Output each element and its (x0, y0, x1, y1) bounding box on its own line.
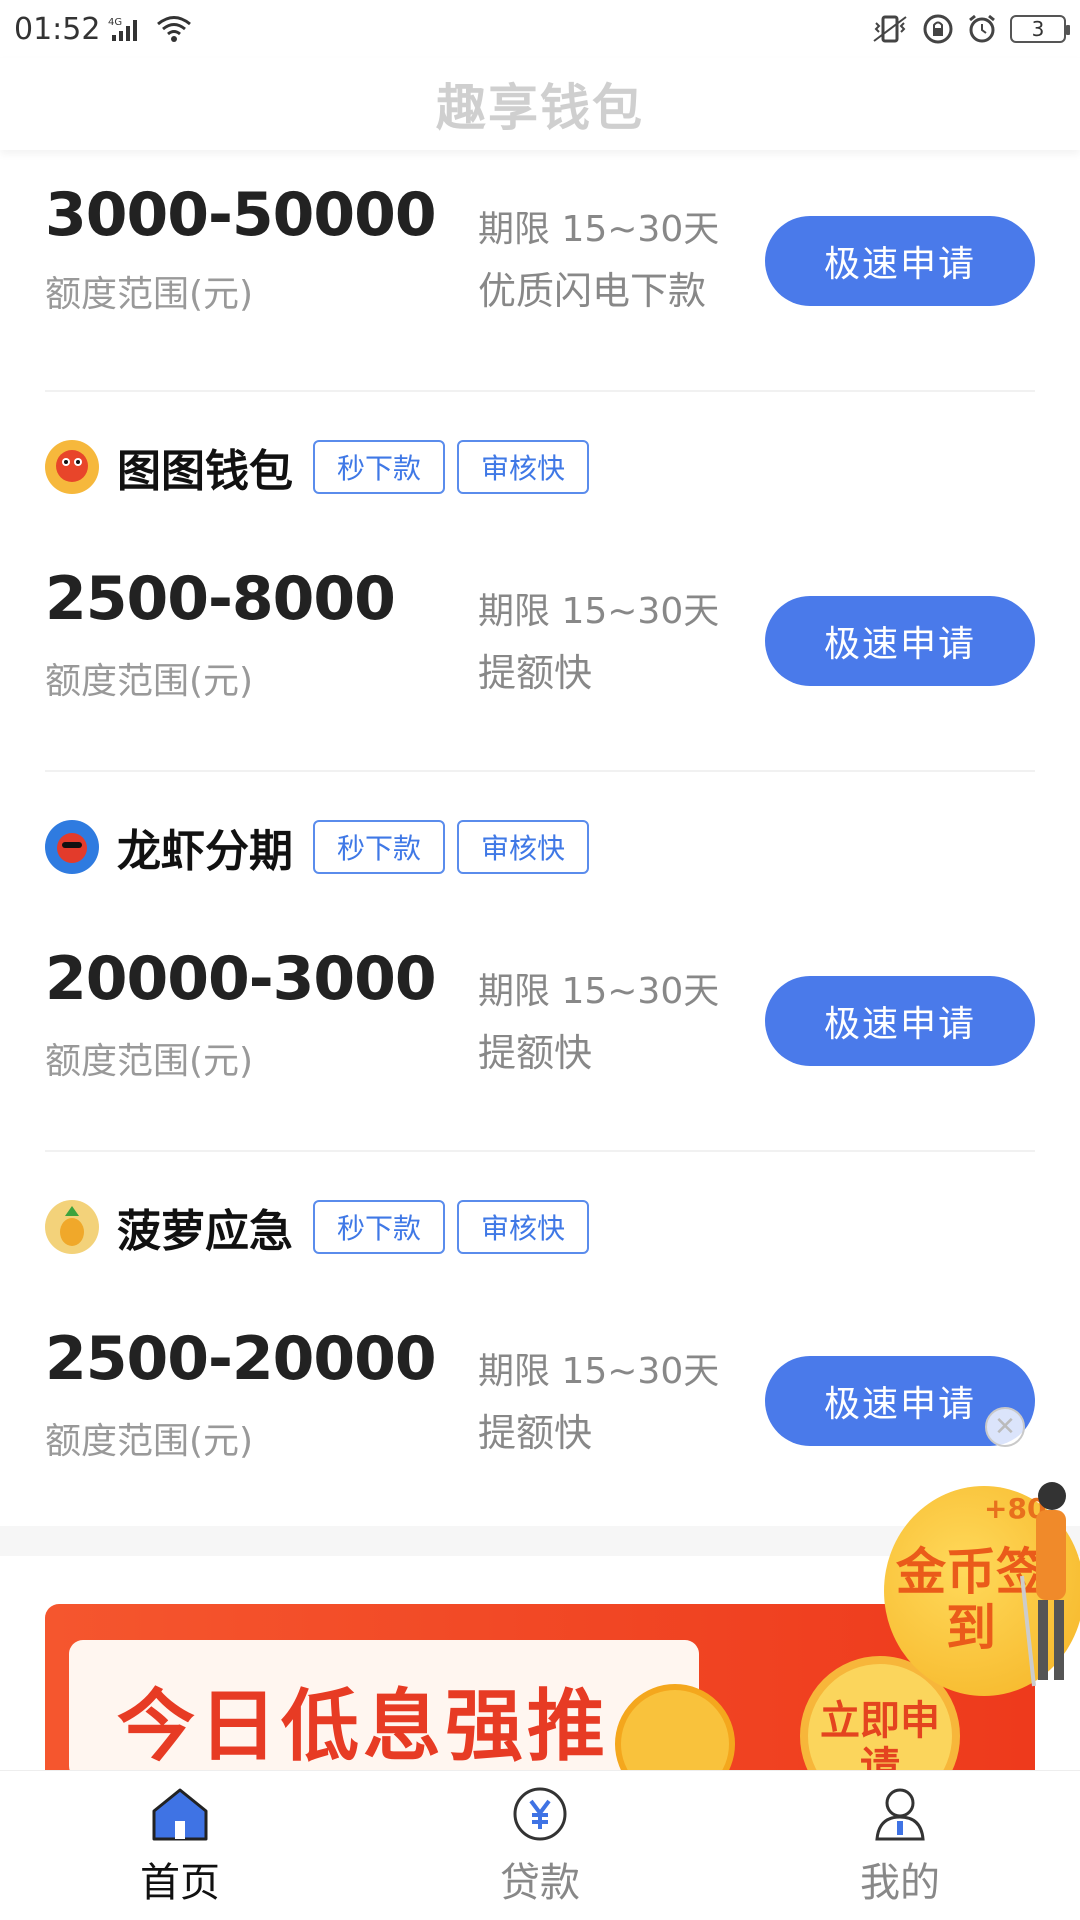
apply-button[interactable]: 极速申请 (765, 216, 1035, 306)
loan-term: 期限 15~30天 (478, 591, 720, 632)
loan-feature: 优质闪电下款 (478, 269, 707, 313)
loan-amount: 20000-3000 (45, 944, 437, 1014)
loan-amount-label: 额度范围(元) (45, 274, 254, 315)
battery-level: 3 (1031, 17, 1045, 41)
pineapple-logo-icon (45, 1200, 99, 1254)
bottom-nav: 首页 贷款 我的 (0, 1770, 1080, 1920)
loan-name: 菠萝应急 (117, 1206, 293, 1257)
status-bar-right: 3 (870, 13, 1070, 45)
loan-amount-label: 额度范围(元) (45, 661, 254, 702)
loan-term: 期限 15~30天 (478, 209, 720, 250)
status-bar: 01:52 4G 3 (0, 0, 1080, 58)
tag-fast-loan: 秒下款 (313, 820, 446, 874)
loan-card: 3000-50000 额度范围(元) 期限 15~30天 优质闪电下款 极速申请 (45, 150, 1035, 392)
nav-item-loan[interactable]: 贷款 (360, 1771, 720, 1920)
tag-fast-review: 审核快 (457, 820, 590, 874)
svg-text:4G: 4G (108, 17, 122, 28)
loan-term: 期限 15~30天 (478, 971, 720, 1012)
apply-button[interactable]: 极速申请 (765, 596, 1035, 686)
lobster-logo-icon (45, 820, 99, 874)
nav-item-home[interactable]: 首页 (0, 1771, 360, 1920)
tag-fast-review: 审核快 (457, 1200, 590, 1254)
person-icon (1020, 1482, 1066, 1687)
battery-icon: 3 (1010, 15, 1070, 43)
coin-signin-badge[interactable]: +80 金币签到 (884, 1466, 1080, 1716)
loan-feature: 提额快 (478, 1031, 593, 1075)
loan-card-header: 龙虾分期 秒下款 审核快 (45, 772, 1035, 922)
wifi-icon (156, 15, 192, 43)
loan-term: 期限 15~30天 (478, 1351, 720, 1392)
loan-amount: 3000-50000 (45, 180, 437, 250)
banner-title: 今日低息强推 (117, 1682, 610, 1772)
loan-card-body: 20000-3000 额度范围(元) 期限 15~30天 提额快 极速申请 (45, 922, 1035, 1150)
nav-label-loan: 贷款 (500, 1859, 580, 1906)
alarm-icon (966, 13, 998, 45)
loan-feature: 提额快 (478, 651, 593, 695)
loan-name: 图图钱包 (117, 446, 293, 497)
loan-amount-label: 额度范围(元) (45, 1421, 254, 1462)
loan-amount: 2500-20000 (45, 1324, 437, 1394)
loan-card-header: 菠萝应急 秒下款 审核快 (45, 1152, 1035, 1302)
loan-amount-label: 额度范围(元) (45, 1041, 254, 1082)
loan-card-body: 2500-8000 额度范围(元) 期限 15~30天 提额快 极速申请 (45, 542, 1035, 770)
apply-button[interactable]: 极速申请 (765, 976, 1035, 1066)
home-icon (150, 1784, 210, 1844)
yuan-icon (510, 1784, 570, 1844)
signal-icon: 4G (108, 15, 148, 43)
tag-fast-loan: 秒下款 (313, 1200, 446, 1254)
status-bar-left: 01:52 4G (14, 12, 192, 47)
app-header: 趣享钱包 (0, 58, 1080, 150)
page-title: 趣享钱包 (436, 79, 644, 137)
loan-list: 3000-50000 额度范围(元) 期限 15~30天 优质闪电下款 极速申请… (0, 150, 1080, 1532)
close-icon[interactable]: ✕ (985, 1407, 1025, 1447)
nav-item-mine[interactable]: 我的 (720, 1771, 1080, 1920)
nav-label-home: 首页 (140, 1859, 220, 1906)
status-time: 01:52 (14, 11, 101, 47)
loan-name: 龙虾分期 (117, 826, 293, 877)
vibrate-icon (870, 13, 910, 45)
tag-fast-review: 审核快 (457, 440, 590, 494)
loan-card-header: 图图钱包 秒下款 审核快 (45, 392, 1035, 542)
user-icon (870, 1784, 930, 1844)
loan-card: 龙虾分期 秒下款 审核快 20000-3000 额度范围(元) 期限 15~30… (45, 772, 1035, 1152)
loan-card-body: 3000-50000 额度范围(元) 期限 15~30天 优质闪电下款 极速申请 (45, 150, 1035, 390)
tag-fast-loan: 秒下款 (313, 440, 446, 494)
loan-amount: 2500-8000 (45, 564, 396, 634)
tutu-logo-icon (45, 440, 99, 494)
loan-card: 图图钱包 秒下款 审核快 2500-8000 额度范围(元) 期限 15~30天… (45, 392, 1035, 772)
lock-icon (922, 13, 954, 45)
nav-label-mine: 我的 (860, 1859, 940, 1906)
loan-feature: 提额快 (478, 1411, 593, 1455)
